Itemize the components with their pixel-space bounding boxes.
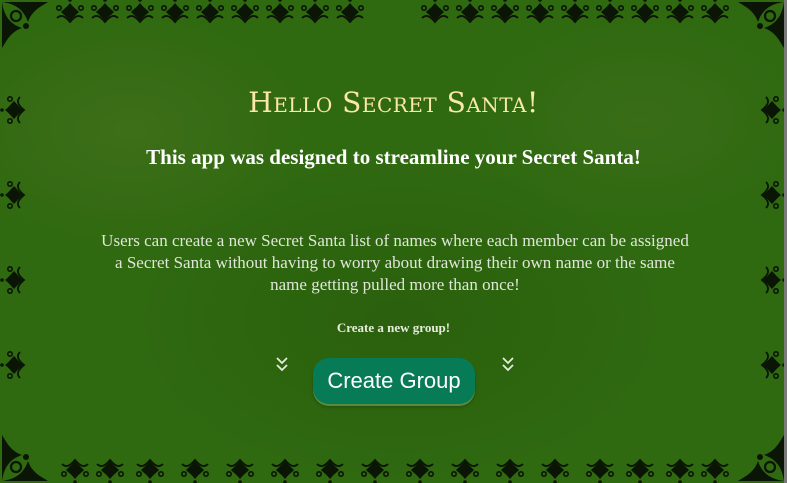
create-group-button[interactable]: Create Group	[313, 358, 475, 404]
app-frame: Hello Secret Santa! This app was designe…	[0, 0, 787, 483]
app-description: Users can create a new Secret Santa list…	[101, 231, 689, 294]
hero-section: Hello Secret Santa! This app was designe…	[0, 0, 787, 483]
chevron-double-down-icon	[276, 357, 288, 372]
page-subtitle: This app was designed to streamline your…	[146, 145, 641, 169]
create-group-prompt: Create a new group!	[336, 320, 451, 335]
page-title: Hello Secret Santa!	[248, 86, 539, 119]
chevron-double-down-icon	[502, 357, 514, 372]
